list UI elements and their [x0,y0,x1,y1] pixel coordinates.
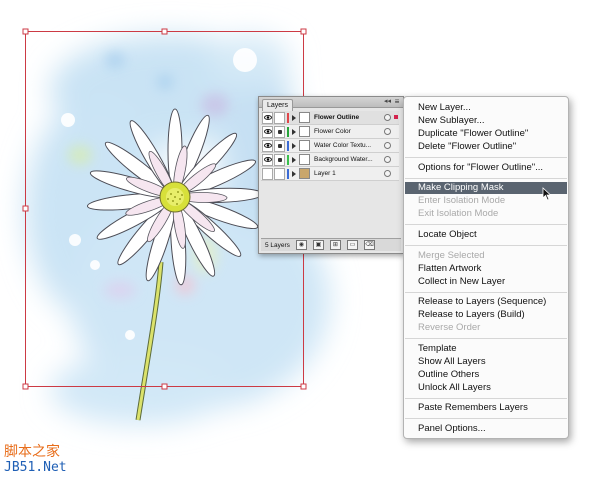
menu-separator [405,418,567,419]
new-layer-icon[interactable]: ▭ [346,240,358,250]
layer-thumbnail [299,140,310,151]
menu-item-options[interactable]: Options for "Flower Outline"... [405,162,567,174]
eye-icon [263,115,272,120]
lock-toggle[interactable] [274,153,285,166]
menu-item-paste-remembers-layers[interactable]: Paste Remembers Layers [405,402,567,414]
new-sublayer-button[interactable]: ⊞ [329,240,341,250]
menu-item-panel-options[interactable]: Panel Options... [405,423,567,435]
visibility-toggle[interactable] [262,167,273,180]
menu-item-locate-object[interactable]: Locate Object [405,229,567,241]
tab-layers[interactable]: Layers [262,99,294,111]
target-circle-icon[interactable] [384,114,391,121]
disclosure-triangle-icon[interactable] [292,128,296,135]
menu-item-new-layer[interactable]: New Layer... [405,102,567,114]
layers-panel: ◂◂ ≡ Layers Flower Outline Flower Color [258,96,404,254]
menu-separator [405,224,567,225]
layer-color-swatch [287,168,289,179]
disclosure-triangle-icon[interactable] [292,170,296,177]
layer-color-swatch [287,112,289,123]
trash-icon[interactable]: ⌫ [363,240,375,250]
layer-name: Layer 1 [314,170,336,177]
menu-separator [405,398,567,399]
locate-object-button[interactable]: ◉ [295,240,307,250]
target-circle-icon[interactable] [384,156,391,163]
lock-toggle[interactable] [274,139,285,152]
menu-item-merge-selected[interactable]: Merge Selected [405,250,567,262]
selection-indicator[interactable] [394,115,398,119]
lock-icon [277,157,282,162]
menu-separator [405,157,567,158]
menu-item-unlock-all-layers[interactable]: Unlock All Layers [405,382,567,394]
eye-icon [263,143,272,148]
menu-item-template[interactable]: Template [405,343,567,355]
layers-panel-footer: 5 Layers ◉ ▣ ⊞ ▭ ⌫ [261,238,401,251]
menu-separator [405,245,567,246]
layer-name: Background Water... [314,156,373,163]
menu-item-new-sublayer[interactable]: New Sublayer... [405,115,567,127]
layer-name: Flower Color [314,128,351,135]
collapse-icon[interactable]: ◂◂ [384,97,391,105]
eye-icon [263,129,272,134]
layer-thumbnail [299,112,310,123]
layer-thumbnail [299,168,310,179]
lock-icon [277,143,282,148]
disclosure-triangle-icon[interactable] [292,142,296,149]
menu-item-outline-others[interactable]: Outline Others [405,369,567,381]
layer-row-background-water[interactable]: Background Water... [261,153,399,167]
menu-item-show-all-layers[interactable]: Show All Layers [405,356,567,368]
menu-item-reverse-order[interactable]: Reverse Order [405,322,567,334]
layer-thumbnail [299,126,310,137]
lock-icon [277,129,282,134]
arrow-cursor-icon [542,187,552,201]
layer-row-flower-color[interactable]: Flower Color [261,125,399,139]
menu-item-release-build[interactable]: Release to Layers (Build) [405,309,567,321]
layers-panel-menu: New Layer... New Sublayer... Duplicate "… [403,96,569,439]
lock-toggle[interactable] [274,167,285,180]
menu-item-duplicate[interactable]: Duplicate "Flower Outline" [405,128,567,140]
panel-menu-icon[interactable]: ≡ [393,98,401,106]
visibility-toggle[interactable] [262,111,273,124]
target-circle-icon[interactable] [384,170,391,177]
layer-row-layer-1[interactable]: Layer 1 [261,167,399,181]
menu-item-exit-isolation-mode[interactable]: Exit Isolation Mode [405,208,567,220]
target-circle-icon[interactable] [384,128,391,135]
watermark-chinese: 脚本之家 [4,444,60,460]
visibility-toggle[interactable] [262,139,273,152]
disclosure-triangle-icon[interactable] [292,114,296,121]
lock-toggle[interactable] [274,111,285,124]
menu-separator [405,292,567,293]
layer-name: Flower Outline [314,114,360,121]
watermark-url: JB51.Net [4,460,67,475]
visibility-toggle[interactable] [262,125,273,138]
layer-list: Flower Outline Flower Color Water Color … [261,111,399,181]
layer-count: 5 Layers [265,241,290,249]
menu-separator [405,178,567,179]
layer-color-swatch [287,140,289,151]
layer-name: Water Color Textu... [314,142,372,149]
menu-item-flatten-artwork[interactable]: Flatten Artwork [405,263,567,275]
disclosure-triangle-icon[interactable] [292,156,296,163]
menu-item-collect-in-new-layer[interactable]: Collect in New Layer [405,276,567,288]
layer-color-swatch [287,126,289,137]
eye-icon [263,157,272,162]
visibility-toggle[interactable] [262,153,273,166]
menu-separator [405,338,567,339]
target-circle-icon[interactable] [384,142,391,149]
menu-item-release-sequence[interactable]: Release to Layers (Sequence) [405,296,567,308]
layer-row-water-color-texture[interactable]: Water Color Textu... [261,139,399,153]
make-clipping-mask-button[interactable]: ▣ [312,240,324,250]
layer-row-flower-outline[interactable]: Flower Outline [261,111,399,125]
lock-toggle[interactable] [274,125,285,138]
menu-item-delete[interactable]: Delete "Flower Outline" [405,141,567,153]
layer-thumbnail [299,154,310,165]
layer-color-swatch [287,154,289,165]
